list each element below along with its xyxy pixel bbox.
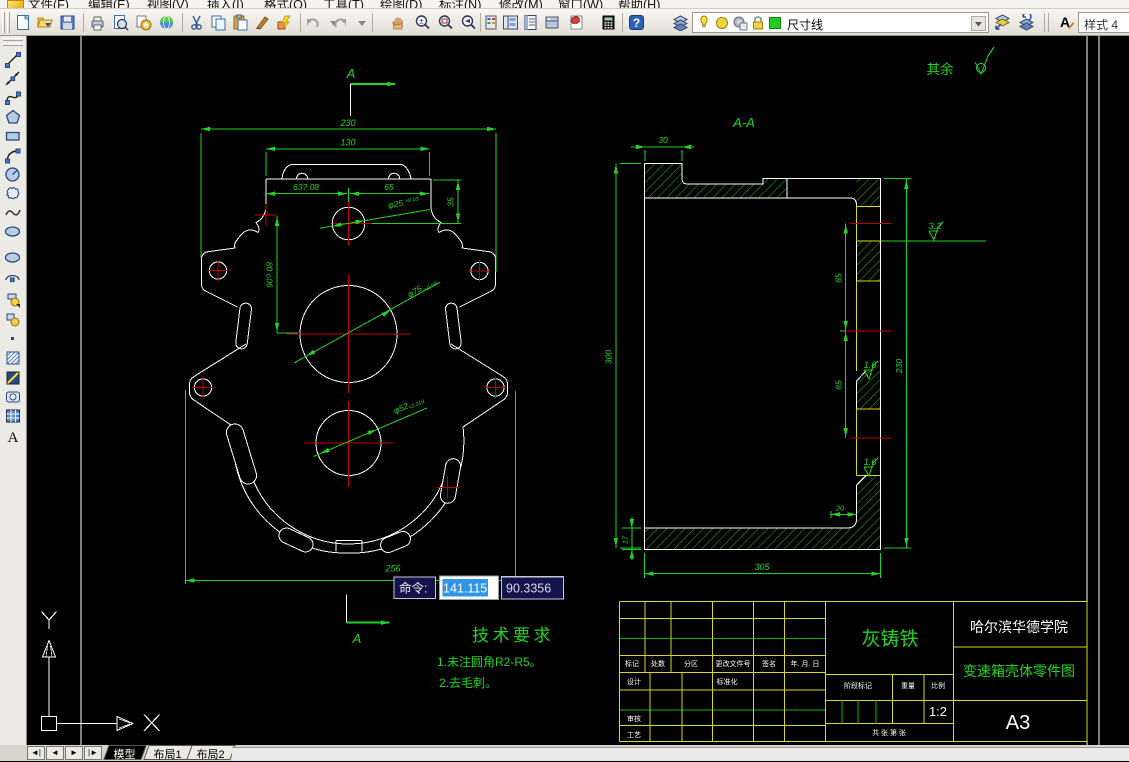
svg-text:300: 300 <box>604 350 614 364</box>
svg-text:灰铸铁: 灰铸铁 <box>861 628 918 650</box>
svg-text:年. 月. 日: 年. 月. 日 <box>791 659 820 668</box>
svg-text:1.6: 1.6 <box>864 360 877 370</box>
svg-text:技术要求: 技术要求 <box>472 626 554 645</box>
svg-text:分区: 分区 <box>684 659 698 668</box>
svg-text:1.6: 1.6 <box>864 457 877 467</box>
svg-text:φ52: φ52 <box>392 401 410 416</box>
svg-text:A: A <box>8 430 19 446</box>
svg-text:±: ± <box>419 17 424 26</box>
svg-text:φ75: φ75 <box>406 283 424 299</box>
svg-text:85: 85 <box>834 380 844 390</box>
svg-text:35: 35 <box>446 197 456 207</box>
svg-text:处数: 处数 <box>651 659 665 668</box>
svg-text:A3: A3 <box>1006 712 1030 734</box>
svg-text:230: 230 <box>894 359 904 374</box>
svg-text:1:2: 1:2 <box>929 704 947 719</box>
svg-text:变速箱壳体零件图: 变速箱壳体零件图 <box>963 663 1075 679</box>
svg-text:签名: 签名 <box>762 659 776 668</box>
svg-text:阶段标记: 阶段标记 <box>844 681 872 690</box>
svg-text:工艺: 工艺 <box>627 731 641 739</box>
svg-text:230: 230 <box>339 118 355 128</box>
svg-text:30: 30 <box>658 135 668 145</box>
svg-text:90.3356: 90.3356 <box>506 582 551 596</box>
svg-text:130: 130 <box>340 138 355 148</box>
svg-text:A: A <box>346 66 356 81</box>
svg-text:哈尔滨华德学院: 哈尔滨华德学院 <box>970 619 1068 635</box>
svg-text:标准化: 标准化 <box>717 677 738 686</box>
svg-text:63?.08: 63?.08 <box>293 182 319 192</box>
svg-text:A-A: A-A <box>732 115 755 130</box>
svg-text:90?.08: 90?.08 <box>265 262 275 288</box>
svg-text:2.去毛刺。: 2.去毛刺。 <box>439 676 497 690</box>
svg-text:1.未注圆角R2-R5。: 1.未注圆角R2-R5。 <box>437 654 542 669</box>
svg-text:φ25: φ25 <box>387 198 404 211</box>
svg-text:65: 65 <box>384 182 394 192</box>
svg-text:其余: 其余 <box>927 61 955 77</box>
svg-text:更改文件号: 更改文件号 <box>716 659 751 668</box>
svg-text:共 张 第 张: 共 张 第 张 <box>872 728 906 737</box>
svg-text:141.115: 141.115 <box>443 582 487 596</box>
svg-text:3.2: 3.2 <box>928 221 942 232</box>
svg-text:17: 17 <box>621 535 630 544</box>
svg-text:?: ? <box>633 16 640 30</box>
svg-text:命令:: 命令: <box>399 581 427 596</box>
svg-text:85: 85 <box>834 273 844 283</box>
svg-text:A: A <box>352 631 362 646</box>
svg-text:305: 305 <box>754 562 770 572</box>
svg-text:+0.03: +0.03 <box>404 196 420 204</box>
svg-text:重量: 重量 <box>901 682 915 690</box>
svg-text:256: 256 <box>384 564 400 574</box>
svg-text:比例: 比例 <box>931 681 945 690</box>
svg-text:标记: 标记 <box>625 659 639 668</box>
svg-text:20: 20 <box>835 504 845 513</box>
svg-text:设计: 设计 <box>627 677 641 686</box>
svg-text:审核: 审核 <box>627 714 641 723</box>
svg-text:+0.04: +0.04 <box>423 281 438 293</box>
